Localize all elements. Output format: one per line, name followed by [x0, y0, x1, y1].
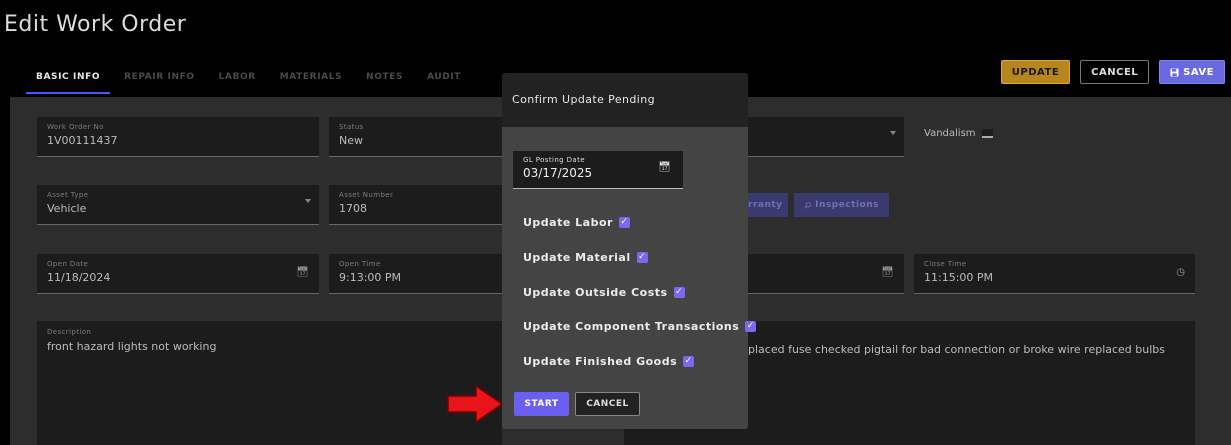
work-order-no-label: Work Order No	[47, 123, 104, 131]
chevron-down-icon	[305, 199, 311, 203]
gl-posting-date-field[interactable]: GL Posting Date 03/17/2025 📅︎	[513, 151, 683, 189]
update-labor-checkbox[interactable]: ✓	[618, 217, 630, 228]
repair-notes-value: placed fuse checked pigtail for bad conn…	[748, 343, 1166, 356]
asset-number-value: 1708	[339, 202, 367, 215]
calendar-icon[interactable]: 📅︎	[658, 162, 671, 173]
status-value: New	[339, 134, 363, 147]
close-time-field[interactable]: Close Time 11:15:00 PM ◷	[914, 254, 1195, 294]
modal-cancel-button-label: CANCEL	[586, 399, 629, 409]
open-date-value: 11/18/2024	[47, 271, 111, 284]
cancel-button-label: CANCEL	[1091, 66, 1139, 78]
open-date-field[interactable]: Open Date 11/18/2024 📅︎	[37, 254, 319, 294]
update-outside-costs-option[interactable]: Update Outside Costs ✓	[523, 286, 685, 299]
update-material-label: Update Material	[523, 251, 631, 264]
gl-posting-date-label: GL Posting Date	[523, 156, 585, 164]
inspections-button[interactable]: Inspections	[794, 193, 889, 217]
dropdown-field[interactable]	[748, 117, 904, 157]
work-order-no-value: 1V00111437	[47, 134, 118, 147]
update-component-transactions-option[interactable]: Update Component Transactions ✓	[523, 320, 757, 333]
calendar-icon[interactable]: 📅︎	[881, 267, 894, 278]
close-time-label: Close Time	[924, 260, 967, 268]
status-label: Status	[339, 123, 364, 131]
update-button[interactable]: UPDATE	[1000, 60, 1071, 84]
cancel-button[interactable]: CANCEL	[1080, 60, 1150, 84]
confirm-update-modal: Confirm Update Pending GL Posting Date 0…	[502, 73, 757, 429]
update-labor-label: Update Labor	[523, 216, 613, 229]
save-button-label: SAVE	[1183, 66, 1214, 78]
start-button-label: START	[524, 399, 559, 409]
close-date-field[interactable]: 📅︎	[748, 254, 904, 294]
work-order-no-field[interactable]: Work Order No 1V00111437	[37, 117, 319, 157]
description-textarea[interactable]: Description front hazard lights not work…	[37, 321, 502, 445]
vandalism-label: Vandalism	[924, 128, 976, 139]
tab-basic-info[interactable]: BASIC INFO	[26, 62, 111, 94]
tab-audit[interactable]: AUDIT	[417, 62, 471, 94]
magnifier-icon	[804, 201, 811, 209]
update-material-checkbox[interactable]: ✓	[636, 252, 648, 263]
update-button-label: UPDATE	[1011, 66, 1060, 78]
open-date-label: Open Date	[47, 260, 89, 268]
inspections-button-label: Inspections	[815, 200, 879, 210]
vandalism-checkbox[interactable]	[981, 129, 993, 138]
open-time-field[interactable]: Open Time 9:13:00 PM	[329, 254, 502, 294]
tab-labor[interactable]: LABOR	[209, 62, 266, 94]
update-finished-goods-checkbox[interactable]: ✓	[683, 356, 695, 367]
asset-type-field[interactable]: Asset Type Vehicle	[37, 185, 319, 225]
update-component-transactions-label: Update Component Transactions	[523, 320, 740, 333]
status-field[interactable]: Status New	[329, 117, 502, 157]
page-title: Edit Work Order	[4, 12, 187, 37]
gl-posting-date-value: 03/17/2025	[523, 166, 593, 180]
vandalism-toggle[interactable]: Vandalism	[924, 128, 993, 139]
modal-title: Confirm Update Pending	[502, 73, 748, 127]
asset-type-label: Asset Type	[47, 191, 89, 199]
update-material-option[interactable]: Update Material ✓	[523, 251, 648, 264]
update-component-transactions-checkbox[interactable]: ✓	[745, 321, 757, 332]
tab-notes[interactable]: NOTES	[356, 62, 413, 94]
warranty-button-label: rranty	[748, 200, 783, 210]
update-outside-costs-label: Update Outside Costs	[523, 286, 668, 299]
red-arrow-icon	[447, 384, 504, 424]
tab-bar: BASIC INFO REPAIR INFO LABOR MATERIALS N…	[26, 62, 475, 96]
close-time-value: 11:15:00 PM	[924, 271, 994, 284]
open-time-label: Open Time	[339, 260, 381, 268]
calendar-icon[interactable]: 📅︎	[296, 267, 309, 278]
clock-icon[interactable]: ◷	[1176, 267, 1185, 278]
description-label: Description	[47, 328, 92, 336]
floppy-disk-icon	[1170, 67, 1179, 77]
update-labor-option[interactable]: Update Labor ✓	[523, 216, 630, 229]
open-time-value: 9:13:00 PM	[339, 271, 402, 284]
tab-repair-info[interactable]: REPAIR INFO	[114, 62, 205, 94]
start-button[interactable]: START	[514, 392, 569, 416]
asset-type-value: Vehicle	[47, 202, 87, 215]
asset-number-field[interactable]: Asset Number 1708	[329, 185, 502, 225]
chevron-down-icon	[890, 131, 896, 135]
tab-materials[interactable]: MATERIALS	[270, 62, 352, 94]
modal-cancel-button[interactable]: CANCEL	[575, 392, 640, 416]
save-button[interactable]: SAVE	[1159, 60, 1225, 84]
toolbar: UPDATE CANCEL SAVE	[1000, 60, 1225, 84]
asset-number-label: Asset Number	[339, 191, 394, 199]
update-finished-goods-option[interactable]: Update Finished Goods ✓	[523, 355, 695, 368]
update-outside-costs-checkbox[interactable]: ✓	[673, 287, 685, 298]
update-finished-goods-label: Update Finished Goods	[523, 355, 678, 368]
description-value: front hazard lights not working	[47, 340, 217, 353]
